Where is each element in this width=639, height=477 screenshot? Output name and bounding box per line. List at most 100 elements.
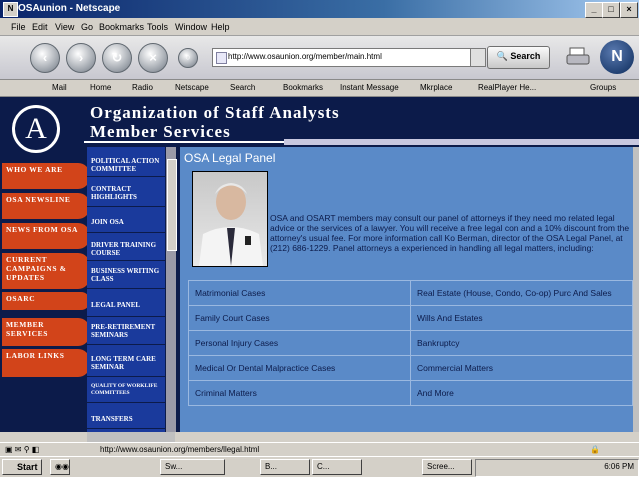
table-cell: Wills And Estates xyxy=(410,305,633,331)
taskbar-button-sw[interactable]: Sw... xyxy=(160,459,225,475)
status-url: http://www.osaunion.org/members/llegal.h… xyxy=(100,445,260,454)
url-text: http://www.osaunion.org/member/main.html xyxy=(228,52,382,61)
toolbar-instant-message[interactable]: Instant Message xyxy=(340,83,399,92)
menu-pre-retirement[interactable]: Pre-Retirement Seminars xyxy=(87,321,165,345)
nav-osarc[interactable]: OSARC xyxy=(2,292,90,310)
maximize-button[interactable]: □ xyxy=(602,2,620,18)
windows-taskbar: Start ◉◉ Sw... B... C... Scree... 6:06 P… xyxy=(0,456,639,477)
toolbar-netscape[interactable]: Netscape xyxy=(175,83,209,92)
personal-toolbar: Mail Home Radio Netscape Search Bookmark… xyxy=(0,80,639,97)
menu-legal-panel[interactable]: Legal Panel xyxy=(87,293,165,317)
minimize-button[interactable]: _ xyxy=(585,2,603,18)
stop-button[interactable]: × xyxy=(138,43,168,73)
reload-button[interactable]: ↻ xyxy=(102,43,132,73)
table-row: Medical Or Dental Malpractice Cases Comme… xyxy=(188,355,633,381)
quick-launch-icons[interactable]: ◉◉ xyxy=(50,459,70,475)
netscape-throbber-icon[interactable]: N xyxy=(600,40,634,74)
menu-quality-worklife[interactable]: Quality of Worklife Committees xyxy=(87,381,165,403)
toolbar-realplayer[interactable]: RealPlayer He... xyxy=(478,83,536,92)
table-cell: And More xyxy=(410,380,633,406)
table-cell: Medical Or Dental Malpractice Cases xyxy=(188,355,411,381)
nav-osa-newsline[interactable]: OSA Newsline xyxy=(2,193,90,219)
menu-long-term-care[interactable]: Long Term Care Seminar xyxy=(87,353,165,377)
close-button[interactable]: × xyxy=(620,2,638,18)
scrollbar-thumb[interactable] xyxy=(167,159,177,251)
menu-view[interactable]: View xyxy=(55,22,74,32)
search-button[interactable]: 🔍 Search xyxy=(487,46,550,69)
system-tray: 6:06 PM xyxy=(475,459,639,477)
toolbar-mail[interactable]: Mail xyxy=(52,83,67,92)
nav-labor-links[interactable]: Labor Links xyxy=(2,349,90,377)
nav-frame-hscrollbar[interactable] xyxy=(87,432,175,442)
security-lock-icon[interactable]: 🔒 xyxy=(590,445,600,454)
legal-panel-description: OSA and OSART members may consult our pa… xyxy=(270,213,630,253)
menu-political-action[interactable]: Political Action Committee xyxy=(87,155,165,177)
toolbar-search[interactable]: Search xyxy=(230,83,255,92)
table-cell: Criminal Matters xyxy=(188,380,411,406)
clock: 6:06 PM xyxy=(604,462,634,471)
table-row: Family Court Cases Wills And Estates xyxy=(188,305,633,331)
menu-help[interactable]: Help xyxy=(211,22,230,32)
toolbar-home[interactable]: Home xyxy=(90,83,111,92)
page-header-org: Organization of Staff Analysts xyxy=(90,103,340,122)
menu-transfers[interactable]: Transfers xyxy=(87,409,165,429)
start-button[interactable]: Start xyxy=(2,459,42,475)
table-row: Matrimonial Cases Real Estate (House, Con… xyxy=(188,280,633,306)
print-icon[interactable] xyxy=(566,46,592,68)
page-header-section: Member Services xyxy=(90,122,231,141)
search-button-label: Search xyxy=(510,51,541,61)
header-band xyxy=(284,139,639,145)
toolbar-mkrplace[interactable]: Mkrplace xyxy=(420,83,452,92)
menu-business-writing[interactable]: Business Writing Class xyxy=(87,265,165,289)
menu-bar: File Edit View Go Bookmarks Tools Window… xyxy=(0,18,639,36)
nav-news-from-osa[interactable]: News from OSA xyxy=(2,223,90,249)
menu-driver-training[interactable]: Driver Training Course xyxy=(87,239,165,261)
member-services-menu: Political Action Committee Contract High… xyxy=(87,147,165,432)
menu-bookmarks[interactable]: Bookmarks xyxy=(99,22,144,32)
taskbar-button-b[interactable]: B... xyxy=(260,459,310,475)
page-icon xyxy=(216,52,227,64)
osa-logo[interactable]: A xyxy=(12,105,60,153)
table-cell: Bankruptcy xyxy=(410,330,633,356)
attorney-photo xyxy=(192,171,268,267)
menu-join-osa[interactable]: Join OSA xyxy=(87,211,165,233)
menu-file[interactable]: File xyxy=(11,22,26,32)
content-title: OSA Legal Panel xyxy=(184,151,276,165)
table-cell: Real Estate (House, Condo, Co-op) Purc A… xyxy=(410,280,633,306)
home-button[interactable]: ○ xyxy=(178,48,198,68)
netscape-icon: N xyxy=(3,2,18,17)
legal-matters-table: Matrimonial Cases Real Estate (House, Con… xyxy=(188,280,633,406)
taskbar-button-screen[interactable]: Scree... xyxy=(422,459,472,475)
menu-tools[interactable]: Tools xyxy=(147,22,168,32)
content-scrollbar[interactable] xyxy=(633,147,639,432)
menu-contract-highlights[interactable]: Contract Highlights xyxy=(87,183,165,207)
window-title-bar: N OSAunion - Netscape _ □ × xyxy=(0,0,639,18)
menu-edit[interactable]: Edit xyxy=(32,22,48,32)
nav-member-services[interactable]: Member Services xyxy=(2,318,90,346)
url-field[interactable]: http://www.osaunion.org/member/main.html xyxy=(212,48,484,67)
nav-who-we-are[interactable]: Who We Are xyxy=(2,163,90,189)
status-bar: ▣ ✉ ⚲ ◧ http://www.osaunion.org/members/… xyxy=(0,442,639,456)
table-cell: Family Court Cases xyxy=(188,305,411,331)
table-row: Personal Injury Cases Bankruptcy xyxy=(188,330,633,356)
back-button[interactable]: ‹ xyxy=(30,43,60,73)
toolbar-radio[interactable]: Radio xyxy=(132,83,153,92)
taskbar-button-c[interactable]: C... xyxy=(312,459,362,475)
table-cell: Personal Injury Cases xyxy=(188,330,411,356)
nav-current-campaigns[interactable]: Current Campaigns & Updates xyxy=(2,253,90,289)
navigation-toolbar: ‹ › ↻ × ○ http://www.osaunion.org/member… xyxy=(0,36,639,80)
forward-button[interactable]: › xyxy=(66,43,96,73)
status-icons: ▣ ✉ ⚲ ◧ xyxy=(5,445,40,454)
window-title: OSAunion - Netscape xyxy=(18,3,121,14)
table-cell: Matrimonial Cases xyxy=(188,280,411,306)
toolbar-bookmarks[interactable]: Bookmarks xyxy=(283,83,323,92)
toolbar-groups[interactable]: Groups xyxy=(590,83,616,92)
url-dropdown-button[interactable] xyxy=(470,48,486,67)
table-cell: Commercial Matters xyxy=(410,355,633,381)
menu-go[interactable]: Go xyxy=(81,22,93,32)
menu-window[interactable]: Window xyxy=(175,22,207,32)
header-divider xyxy=(84,141,284,143)
search-icon: 🔍 xyxy=(496,51,508,61)
table-row: Criminal Matters And More xyxy=(188,380,633,406)
nav-frame-scrollbar[interactable] xyxy=(166,147,177,432)
